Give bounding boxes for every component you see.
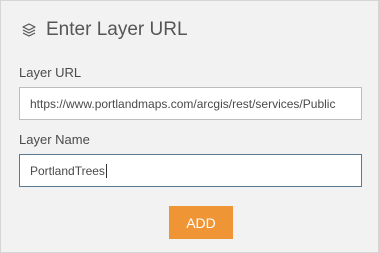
layer-url-value: https://www.portlandmaps.com/arcgis/rest… — [30, 96, 336, 111]
add-button[interactable]: ADD — [169, 206, 233, 239]
layer-name-input[interactable]: PortlandTrees — [19, 154, 362, 187]
layer-name-value: PortlandTrees — [30, 163, 105, 178]
enter-layer-url-panel: Enter Layer URL Layer URL https://www.po… — [0, 0, 379, 253]
layer-url-input[interactable]: https://www.portlandmaps.com/arcgis/rest… — [19, 87, 362, 120]
panel-header: Enter Layer URL — [20, 19, 188, 41]
text-cursor — [105, 163, 107, 178]
panel-title: Enter Layer URL — [46, 19, 188, 40]
layer-name-label: Layer Name — [19, 132, 90, 147]
layer-url-label: Layer URL — [19, 65, 82, 80]
layers-icon — [20, 21, 38, 39]
